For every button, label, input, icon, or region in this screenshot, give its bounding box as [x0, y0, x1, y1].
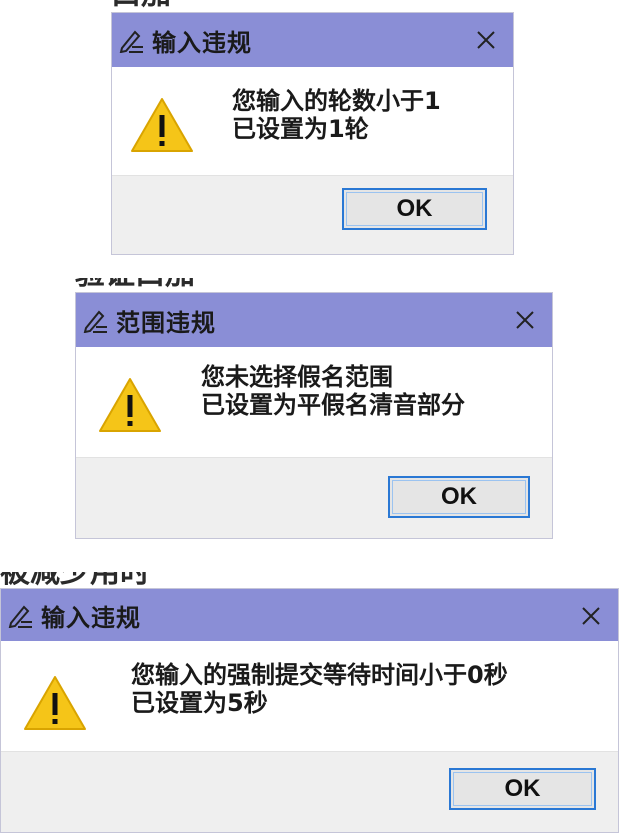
background-text-fragment: 验证口加: [75, 278, 215, 292]
warning-icon: [131, 98, 193, 152]
dialog-footer: OK: [112, 175, 513, 254]
edit-pen-icon: [80, 305, 110, 335]
close-icon: [516, 311, 534, 329]
edit-pen-icon: [5, 600, 35, 630]
message-line: 已设置为平假名清音部分: [201, 391, 465, 419]
edit-pen-icon: [116, 25, 146, 55]
message-line: 您输入的强制提交等待时间小于0秒: [131, 661, 508, 689]
ok-button[interactable]: OK: [388, 476, 530, 518]
dialog-title: 输入违规: [41, 603, 141, 632]
dialog-footer: OK: [76, 457, 552, 538]
dialog-titlebar: 输入违规: [112, 13, 513, 67]
input-violation-dialog-wait-time: 输入违规 您输入的强制提交等待时间小于0秒 已设置为5秒 OK: [0, 588, 619, 833]
dialog-content: 您输入的轮数小于1 已设置为1轮: [112, 67, 513, 175]
background-text-fragment: 被减少用时: [0, 572, 220, 588]
background-text-fragment: 口加: [111, 0, 201, 12]
ok-button[interactable]: OK: [342, 188, 487, 230]
close-button[interactable]: [574, 599, 608, 633]
dialog-titlebar: 输入违规: [1, 589, 618, 641]
dialog-message: 您输入的轮数小于1 已设置为1轮: [232, 87, 441, 143]
ok-button[interactable]: OK: [449, 768, 596, 810]
close-button[interactable]: [508, 303, 542, 337]
dialog-title: 输入违规: [152, 28, 252, 57]
message-line: 您输入的轮数小于1: [232, 87, 441, 115]
dialog-footer: OK: [1, 751, 618, 832]
warning-icon: [99, 378, 161, 432]
dialog-content: 您未选择假名范围 已设置为平假名清音部分: [76, 347, 552, 455]
message-line: 已设置为5秒: [131, 689, 268, 717]
close-icon: [477, 31, 495, 49]
dialog-title: 范围违规: [116, 308, 216, 337]
close-button[interactable]: [469, 23, 503, 57]
dialog-message: 您未选择假名范围 已设置为平假名清音部分: [201, 363, 465, 419]
message-line: 已设置为1轮: [232, 115, 369, 143]
range-violation-dialog: 范围违规 您未选择假名范围 已设置为平假名清音部分 OK: [75, 292, 553, 539]
message-line: 您未选择假名范围: [201, 363, 393, 391]
warning-icon: [24, 676, 86, 730]
dialog-titlebar: 范围违规: [76, 293, 552, 347]
input-violation-dialog-rounds: 输入违规 您输入的轮数小于1 已设置为1轮 OK: [111, 12, 514, 255]
dialog-message: 您输入的强制提交等待时间小于0秒 已设置为5秒: [131, 661, 508, 717]
close-icon: [582, 607, 600, 625]
dialog-content: 您输入的强制提交等待时间小于0秒 已设置为5秒: [1, 641, 618, 749]
